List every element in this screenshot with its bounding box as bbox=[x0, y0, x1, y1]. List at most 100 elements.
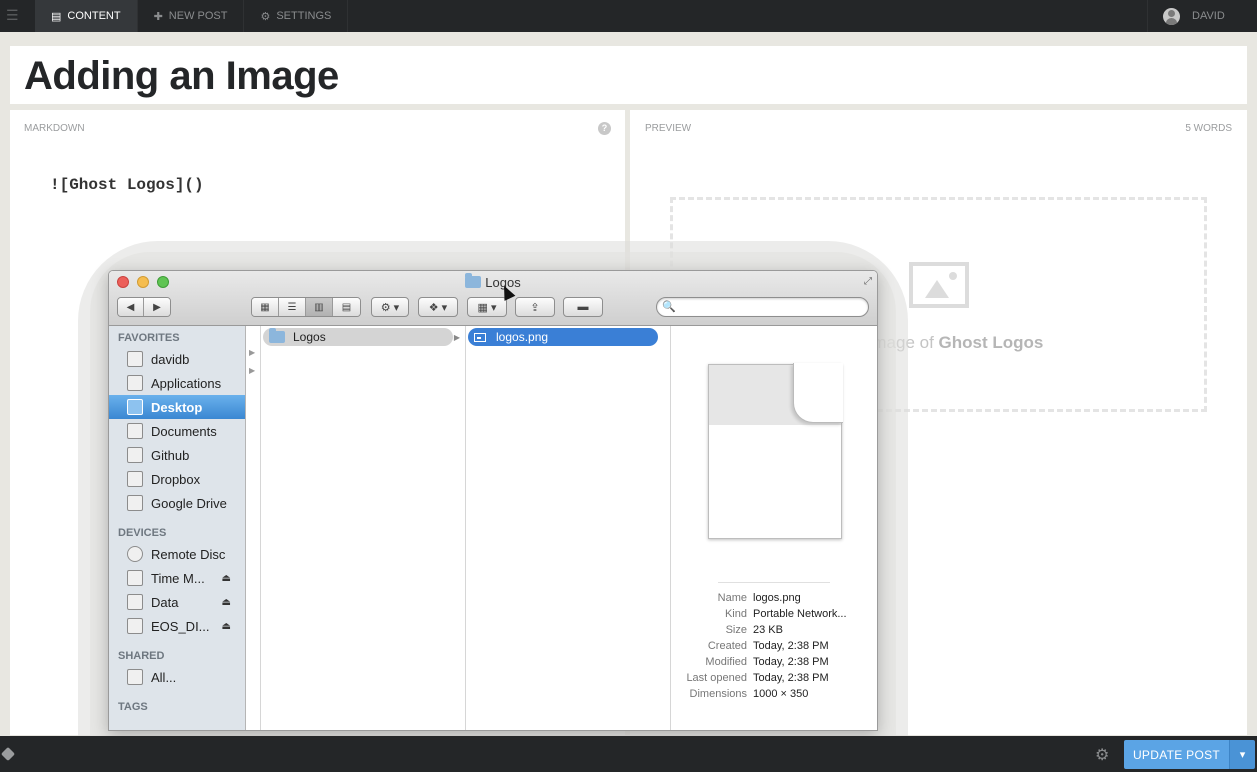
eject-icon[interactable]: ⏏ bbox=[222, 573, 231, 584]
desktop-icon bbox=[127, 399, 143, 415]
disclosure-arrow-icon: ▶ bbox=[453, 332, 460, 342]
column-view-icon[interactable]: ▥ bbox=[306, 298, 333, 316]
dropbox-icon bbox=[127, 471, 143, 487]
sidebar-item-label: Dropbox bbox=[151, 471, 201, 487]
sidebar-item-data[interactable]: Data ⏏ bbox=[109, 590, 245, 614]
disclosure-arrow-icon: ▶ bbox=[249, 348, 256, 357]
search-icon: 🔍 bbox=[662, 301, 676, 313]
sidebar-item-documents[interactable]: Documents bbox=[109, 419, 245, 443]
home-icon bbox=[127, 351, 143, 367]
nav-new-post[interactable]: ✚ NEW POST bbox=[138, 0, 245, 32]
fullscreen-icon[interactable]: ⤢ bbox=[864, 276, 872, 287]
folder-icon bbox=[127, 495, 143, 511]
info-value: 1000 × 350 bbox=[753, 688, 809, 700]
coverflow-view-icon[interactable]: ▤ bbox=[333, 298, 360, 316]
share-button[interactable]: ⇪ bbox=[515, 297, 555, 317]
share-icon: ⇪ bbox=[530, 301, 540, 314]
sidebar-item-all-shared[interactable]: All... bbox=[109, 665, 245, 689]
finder-toolbar: Logos ⤢ ◀ ▶ ▦ ☰ ▥ ▤ ⚙ ▾ ❖ ▾ ▦ ▾ ⇪ ▬ 🔍 bbox=[109, 271, 877, 326]
drive-icon bbox=[127, 570, 143, 586]
list-view-icon[interactable]: ☰ bbox=[279, 298, 306, 316]
nav-content[interactable]: ▤ CONTENT bbox=[35, 0, 138, 32]
markdown-editor[interactable]: ![Ghost Logos]() bbox=[50, 176, 204, 194]
applications-icon bbox=[127, 375, 143, 391]
arrange-button[interactable]: ▦ ▾ bbox=[467, 297, 507, 317]
info-row-kind: Kind Portable Network... bbox=[671, 606, 877, 622]
user-menu[interactable]: DAVID bbox=[1147, 0, 1257, 32]
tag-icon[interactable] bbox=[0, 746, 16, 762]
forward-icon[interactable]: ▶ bbox=[144, 298, 170, 316]
sidebar-item-label: Google Drive bbox=[151, 495, 227, 511]
sidebar-item-label: EOS_DI... bbox=[151, 618, 210, 634]
info-row-dimensions: Dimensions 1000 × 350 bbox=[671, 686, 877, 702]
arrange-icon: ▦ ▾ bbox=[477, 301, 497, 314]
view-mode-buttons: ▦ ☰ ▥ ▤ bbox=[251, 297, 361, 317]
finder-window[interactable]: Logos ⤢ ◀ ▶ ▦ ☰ ▥ ▤ ⚙ ▾ ❖ ▾ ▦ ▾ ⇪ ▬ 🔍 FA… bbox=[108, 270, 878, 731]
sidebar-item-time-machine[interactable]: Time M... ⏏ bbox=[109, 566, 245, 590]
devices-heading: DEVICES bbox=[118, 527, 167, 539]
icon-view-icon[interactable]: ▦ bbox=[252, 298, 279, 316]
file-info: Name logos.png Kind Portable Network... Si… bbox=[671, 590, 877, 702]
tag-toggle-button[interactable]: ▬ bbox=[563, 297, 603, 317]
title-bar: Adding an Image bbox=[10, 46, 1247, 104]
avatar bbox=[1163, 7, 1180, 25]
info-value: Today, 2:38 PM bbox=[753, 656, 829, 668]
info-key: Created bbox=[707, 640, 747, 652]
sidebar-item-label: Documents bbox=[151, 423, 217, 439]
info-value: Today, 2:38 PM bbox=[753, 640, 829, 652]
info-row-size: Size 23 KB bbox=[671, 622, 877, 638]
post-title[interactable]: Adding an Image bbox=[24, 54, 339, 99]
nav-label: NEW POST bbox=[168, 10, 228, 22]
info-row-modified: Modified Today, 2:38 PM bbox=[671, 654, 877, 670]
shared-heading: SHARED bbox=[118, 650, 165, 662]
info-row-created: Created Today, 2:38 PM bbox=[671, 638, 877, 654]
nav-label: SETTINGS bbox=[276, 10, 332, 22]
sidebar-item-label: Time M... bbox=[151, 570, 205, 586]
menu-icon[interactable]: ☰ bbox=[6, 8, 22, 22]
preview-label: PREVIEW bbox=[645, 123, 692, 134]
sidebar-item-eos-digital[interactable]: EOS_DI... ⏏ bbox=[109, 614, 245, 638]
update-options-chevron-down-icon[interactable]: ▾ bbox=[1229, 740, 1255, 769]
folder-icon bbox=[127, 447, 143, 463]
info-key: Modified bbox=[705, 656, 747, 668]
file-row-logos-png[interactable]: logos.png bbox=[468, 328, 658, 346]
finder-search-input[interactable]: 🔍 bbox=[656, 297, 869, 317]
network-icon bbox=[127, 669, 143, 685]
back-icon[interactable]: ◀ bbox=[118, 298, 145, 316]
image-icon bbox=[909, 262, 969, 308]
folder-icon bbox=[269, 328, 285, 343]
nav-label: CONTENT bbox=[67, 10, 121, 22]
info-key: Last opened bbox=[686, 672, 747, 684]
folder-row-logos[interactable]: Logos ▶ bbox=[263, 328, 460, 346]
user-name: DAVID bbox=[1192, 10, 1225, 22]
finder-preview-column: Name logos.png Kind Portable Network... Si… bbox=[671, 326, 877, 730]
disclosure-arrow-icon: ▶ bbox=[249, 366, 256, 375]
disc-icon bbox=[127, 546, 143, 562]
help-icon[interactable]: ? bbox=[598, 122, 611, 135]
sidebar-item-github[interactable]: Github bbox=[109, 443, 245, 467]
eject-icon[interactable]: ⏏ bbox=[222, 597, 231, 608]
action-gear-button[interactable]: ⚙ ▾ bbox=[371, 297, 409, 317]
sidebar-item-label: Remote Disc bbox=[151, 546, 226, 562]
nav-settings[interactable]: ⚙ SETTINGS bbox=[244, 0, 349, 32]
eject-icon[interactable]: ⏏ bbox=[222, 621, 231, 632]
sidebar-item-applications[interactable]: Applications bbox=[109, 371, 245, 395]
sidebar-item-dropbox[interactable]: Dropbox bbox=[109, 467, 245, 491]
sidebar-item-desktop[interactable]: Desktop bbox=[109, 395, 245, 419]
file-preview-icon bbox=[708, 363, 843, 539]
sidebar-item-remote-disc[interactable]: Remote Disc bbox=[109, 542, 245, 566]
sidebar-item-davidb[interactable]: davidb bbox=[109, 347, 245, 371]
dropbox-button[interactable]: ❖ ▾ bbox=[418, 297, 458, 317]
image-file-icon bbox=[474, 332, 486, 342]
post-settings-gear-icon[interactable]: ⚙ bbox=[1095, 745, 1109, 765]
divider bbox=[718, 582, 830, 583]
sidebar-item-google-drive[interactable]: Google Drive bbox=[109, 491, 245, 515]
folder-row-label: Logos bbox=[293, 330, 326, 344]
tags-heading: TAGS bbox=[118, 701, 148, 713]
sidebar-item-label: Applications bbox=[151, 375, 222, 391]
update-post-button[interactable]: UPDATE POST bbox=[1124, 740, 1229, 769]
sidebar-item-label: davidb bbox=[151, 351, 190, 367]
info-row-last-opened: Last opened Today, 2:38 PM bbox=[671, 670, 877, 686]
sidebar-item-label: Desktop bbox=[151, 399, 203, 415]
info-value: logos.png bbox=[753, 592, 801, 604]
